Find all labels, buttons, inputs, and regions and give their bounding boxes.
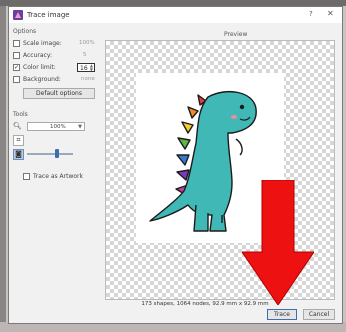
accuracy-value[interactable]: 5 <box>83 52 87 58</box>
threshold-slider-thumb[interactable] <box>54 149 59 158</box>
accuracy-label: Accuracy: <box>23 52 52 59</box>
left-panel: Options Scale image: 100% Accuracy: 5 ✓ … <box>13 27 101 317</box>
accuracy-checkbox[interactable] <box>13 52 20 59</box>
zoom-value: 100% <box>50 124 66 130</box>
option-accuracy: Accuracy: 5 <box>13 51 101 61</box>
crop-icon[interactable]: ⌗ <box>13 135 24 146</box>
chevron-down-icon: ▼ <box>78 124 82 130</box>
background-strip-left <box>0 6 6 332</box>
stepper-arrows-icon[interactable]: ▲ ▼ <box>90 64 93 72</box>
scale-image-label: Scale image: <box>23 40 62 47</box>
trace-button[interactable]: Trace <box>267 309 297 320</box>
camera-icon[interactable]: ◙ <box>13 149 24 160</box>
tools-section-label: Tools <box>13 111 28 118</box>
trace-as-artwork-row: Trace as Artwork <box>23 172 103 182</box>
default-options-button[interactable]: Default options <box>23 88 95 99</box>
options-section-label: Options <box>13 28 37 35</box>
trace-as-artwork-label: Trace as Artwork <box>33 173 83 180</box>
red-arrow-annotation <box>242 180 314 305</box>
cancel-button[interactable]: Cancel <box>303 309 335 320</box>
color-limit-checkbox[interactable]: ✓ <box>13 64 20 71</box>
app-logo-icon <box>13 10 23 20</box>
option-scale-image: Scale image: 100% <box>13 39 101 49</box>
background-label: Background: <box>23 76 61 83</box>
zoom-magnifier-icon[interactable]: 🔍︎ <box>13 122 22 131</box>
background-value[interactable]: none <box>81 76 95 82</box>
dialog-title: Trace image <box>27 11 70 19</box>
zoom-select[interactable]: 100% ▼ <box>27 122 85 131</box>
scale-image-checkbox[interactable] <box>13 40 20 47</box>
option-background: Background: none <box>13 75 101 85</box>
color-limit-value: 16 <box>80 65 88 72</box>
title-bar: Trace image ? ✕ <box>9 7 342 23</box>
color-limit-label: Color limit: <box>23 64 56 71</box>
option-color-limit: ✓ Color limit: 16 ▲ ▼ <box>13 63 101 73</box>
threshold-row: ◙ <box>13 149 101 160</box>
threshold-slider-track[interactable] <box>27 153 73 155</box>
color-limit-stepper[interactable]: 16 ▲ ▼ <box>77 63 95 72</box>
preview-label: Preview <box>224 31 248 38</box>
close-icon[interactable]: ✕ <box>327 9 334 18</box>
scale-image-value[interactable]: 100% <box>79 40 95 46</box>
background-checkbox[interactable] <box>13 76 20 83</box>
help-icon[interactable]: ? <box>309 10 313 18</box>
trace-as-artwork-checkbox[interactable] <box>23 173 30 180</box>
zoom-row: 🔍︎ 100% ▼ <box>13 122 101 132</box>
